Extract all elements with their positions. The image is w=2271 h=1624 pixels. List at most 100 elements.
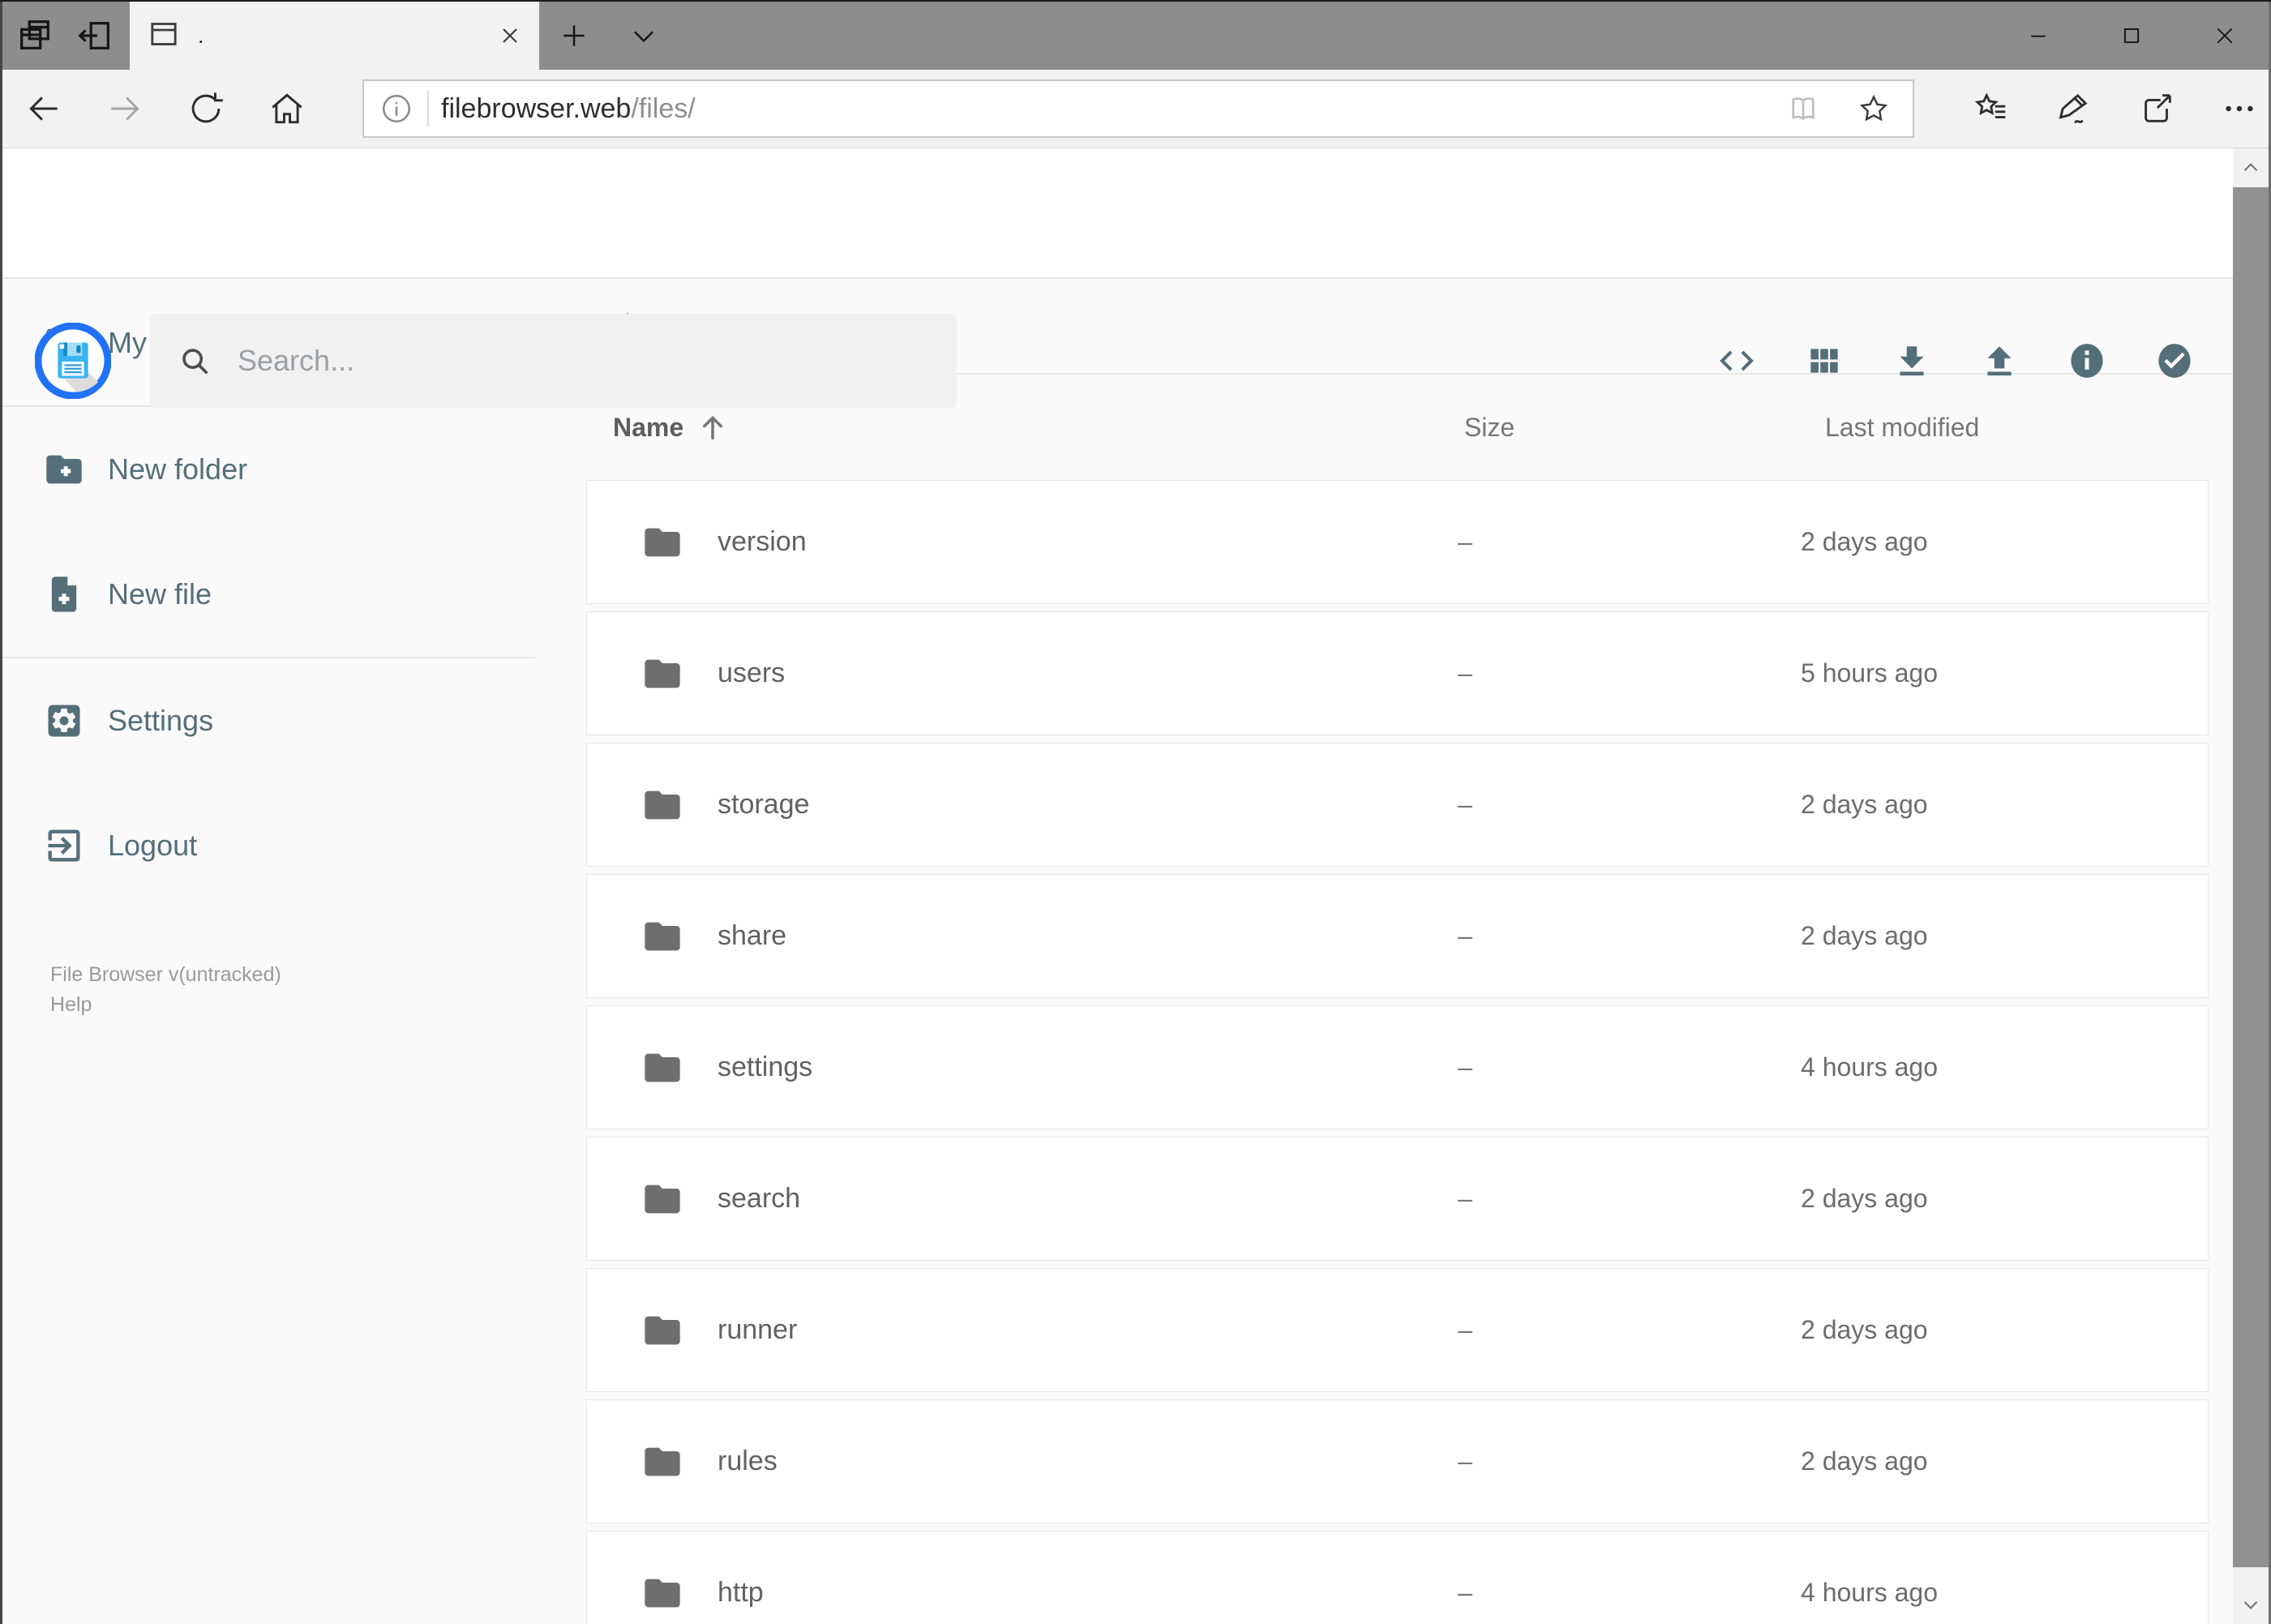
file-row-users[interactable]: users – 5 hours ago [586, 611, 2209, 735]
logout-icon [48, 829, 80, 862]
search-box[interactable] [150, 314, 957, 408]
sort-ascending-icon [696, 411, 729, 443]
file-modified: 4 hours ago [1801, 1578, 1939, 1607]
search-input[interactable] [238, 344, 957, 378]
file-name: search [718, 1183, 801, 1214]
file-size: – [1458, 790, 1472, 819]
close-icon [2217, 28, 2232, 44]
chevron-down-icon [2243, 1601, 2258, 1609]
site-info-icon[interactable] [379, 91, 414, 126]
window-controls [1991, 2, 2271, 70]
file-plus-icon [51, 576, 77, 612]
new-tab-button[interactable] [539, 2, 609, 70]
more-menu-button[interactable] [2221, 90, 2258, 127]
file-size: – [1458, 1184, 1472, 1213]
info-icon [2071, 344, 2103, 378]
file-name: version [718, 526, 807, 557]
file-size: – [1458, 1315, 1472, 1344]
info-button[interactable] [2067, 341, 2107, 381]
favorites-hub-button[interactable] [1973, 90, 2010, 127]
web-note-icon [2059, 93, 2088, 124]
filebrowser-logo[interactable] [34, 322, 112, 400]
sidebar-item-label: New folder [108, 452, 248, 486]
maximize-icon [2123, 28, 2139, 44]
address-bar[interactable]: filebrowser.web/files/ [362, 79, 1914, 138]
file-rows: version – 2 days ago users – 5 hours ago… [586, 480, 2232, 1624]
tab-menu-button[interactable] [609, 2, 679, 70]
share-icon [2145, 94, 2171, 122]
close-window-button[interactable] [2178, 2, 2271, 70]
download-icon [1900, 346, 1924, 376]
home-button[interactable] [246, 88, 328, 129]
set-tabs-aside-icon[interactable] [76, 17, 114, 54]
minimize-icon [2030, 35, 2046, 37]
minimize-button[interactable] [1991, 2, 2085, 70]
file-row-http[interactable]: http – 4 hours ago [586, 1531, 2209, 1624]
sidebar-item-settings[interactable]: Settings [0, 658, 586, 783]
gear-icon [48, 705, 80, 737]
back-button[interactable] [3, 88, 84, 129]
file-modified: 2 days ago [1801, 1315, 1928, 1344]
file-row-rules[interactable]: rules – 2 days ago [586, 1399, 2209, 1523]
browser-tab[interactable]: . [130, 2, 539, 70]
help-link[interactable]: Help [50, 990, 586, 1020]
column-header-modified[interactable]: Last modified [1825, 413, 2232, 443]
switch-view-button[interactable] [1804, 341, 1845, 381]
reading-view-button[interactable] [1786, 92, 1820, 126]
close-icon[interactable] [497, 23, 523, 49]
scroll-down-button[interactable] [2233, 1585, 2269, 1624]
column-header-size[interactable]: Size [1445, 413, 1534, 443]
web-note-button[interactable] [2055, 90, 2093, 127]
tab-preview-icon[interactable] [16, 17, 54, 54]
file-size: – [1458, 921, 1472, 950]
sidebar-item-logout[interactable]: Logout [0, 783, 586, 908]
file-row-settings[interactable]: settings – 4 hours ago [586, 1005, 2209, 1129]
url-text[interactable]: filebrowser.web/files/ [441, 93, 1786, 125]
folder-icon [641, 1441, 683, 1483]
shell-icon [1720, 350, 1754, 371]
select-multiple-button[interactable] [2154, 341, 2195, 381]
file-size: – [1458, 527, 1472, 556]
download-button[interactable] [1892, 341, 1932, 381]
file-row-storage[interactable]: storage – 2 days ago [586, 743, 2209, 867]
column-header-name[interactable]: Name [613, 411, 1445, 443]
page-scrollbar[interactable] [2233, 148, 2269, 1624]
app-header [0, 148, 2271, 408]
upload-button[interactable] [1979, 341, 2020, 381]
toolbar-right-buttons [1973, 90, 2258, 127]
file-row-runner[interactable]: runner – 2 days ago [586, 1268, 2209, 1392]
file-name: http [718, 1577, 764, 1608]
file-modified: 2 days ago [1801, 527, 1928, 556]
file-row-search[interactable]: search – 2 days ago [586, 1137, 2209, 1261]
forward-button[interactable] [84, 88, 165, 129]
share-button[interactable] [2138, 90, 2175, 127]
file-modified: 2 days ago [1801, 921, 1928, 950]
scroll-up-button[interactable] [2233, 148, 2269, 187]
shell-button[interactable] [1716, 341, 1757, 381]
file-name: runner [718, 1314, 798, 1345]
sidebar-item-new-folder[interactable]: New folder [0, 407, 586, 532]
select-icon [2158, 344, 2191, 378]
maximize-button[interactable] [2085, 2, 2178, 70]
file-row-version[interactable]: version – 2 days ago [586, 480, 2209, 604]
address-separator [427, 91, 429, 126]
file-row-share[interactable]: share – 2 days ago [586, 874, 2209, 998]
scrollbar-thumb[interactable] [2233, 187, 2269, 1567]
file-name: storage [718, 789, 810, 820]
file-modified: 2 days ago [1801, 790, 1928, 819]
folder-plus-icon [46, 455, 82, 484]
folder-icon [641, 653, 683, 695]
upload-icon [1987, 346, 2012, 376]
favorite-button[interactable] [1857, 92, 1891, 126]
file-modified: 4 hours ago [1801, 1052, 1939, 1082]
url-path: /files/ [631, 92, 696, 124]
folder-icon [641, 915, 683, 958]
home-icon [272, 93, 302, 124]
sidebar-item-label: Settings [108, 704, 214, 737]
refresh-icon [191, 92, 223, 123]
url-host: filebrowser.web [441, 92, 632, 124]
sidebar-item-new-file[interactable]: New file [0, 532, 586, 657]
file-name: users [718, 658, 786, 688]
refresh-button[interactable] [165, 88, 246, 129]
file-size: – [1458, 1446, 1472, 1476]
